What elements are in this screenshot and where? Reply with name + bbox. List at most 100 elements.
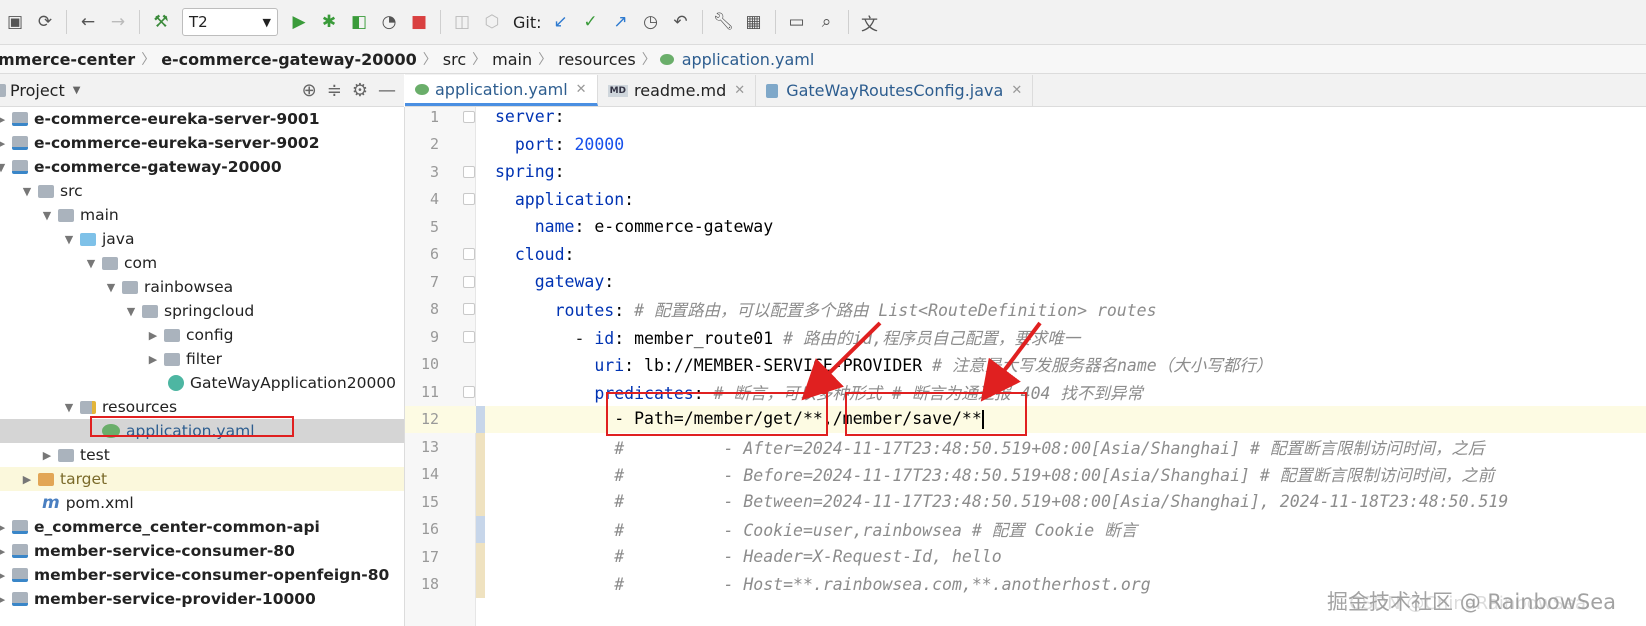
- chevron-right-icon[interactable]: ▶: [0, 545, 8, 558]
- tree-item-module[interactable]: ▶ e-commerce-eureka-server-9001: [0, 107, 404, 131]
- fold-marker-icon[interactable]: [463, 110, 475, 123]
- fold-marker-icon[interactable]: [463, 330, 475, 343]
- run-icon[interactable]: ▶: [284, 7, 314, 37]
- tree-item-file[interactable]: m pom.xml: [0, 491, 404, 515]
- code-line[interactable]: 6 cloud:: [405, 241, 1646, 269]
- change-marker[interactable]: [476, 488, 485, 516]
- chevron-right-icon[interactable]: ▶: [146, 353, 160, 366]
- chevron-down-icon[interactable]: ▼: [62, 401, 76, 414]
- translate-icon[interactable]: 文: [855, 7, 885, 37]
- tree-item-module[interactable]: ▶ member-service-consumer-openfeign-80: [0, 563, 404, 587]
- deploy-icon[interactable]: ⬡: [477, 7, 507, 37]
- synchronize-icon[interactable]: ⟳: [30, 7, 60, 37]
- chevron-right-icon[interactable]: ▶: [0, 113, 8, 126]
- chevron-down-icon[interactable]: ▼: [0, 161, 8, 174]
- breadcrumb-item[interactable]: src: [439, 50, 470, 69]
- code-line[interactable]: 9 - id: member_route01 # 路由的id,程序员自己配置，要…: [405, 323, 1646, 351]
- tree-item-package[interactable]: ▼ com: [0, 251, 404, 275]
- git-push-icon[interactable]: ↗: [606, 7, 636, 37]
- stop-icon[interactable]: ■: [404, 7, 434, 37]
- settings-wrench-icon[interactable]: 🔧︎: [709, 7, 739, 37]
- chevron-down-icon[interactable]: ▼: [104, 281, 118, 294]
- change-marker[interactable]: [476, 405, 485, 433]
- tree-item-module[interactable]: ▶ member-service-consumer-80: [0, 539, 404, 563]
- gear-icon[interactable]: ⚙: [352, 80, 368, 101]
- code-line[interactable]: 7 gateway:: [405, 268, 1646, 296]
- chevron-right-icon[interactable]: ▶: [0, 521, 8, 534]
- code-line[interactable]: 13 # - After=2024-11-17T23:48:50.519+08:…: [405, 433, 1646, 461]
- chevron-right-icon[interactable]: ▶: [0, 569, 8, 582]
- tree-item-module[interactable]: ▼ e-commerce-gateway-20000: [0, 155, 404, 179]
- chevron-right-icon[interactable]: ▶: [146, 329, 160, 342]
- fold-marker-icon[interactable]: [463, 193, 475, 206]
- tree-item-module[interactable]: ▶ member-service-provider-10000: [0, 587, 404, 611]
- breadcrumb-item-current[interactable]: application.yaml: [678, 50, 819, 69]
- chevron-right-icon[interactable]: ▶: [20, 473, 34, 486]
- change-marker[interactable]: [476, 460, 485, 488]
- chevron-down-icon[interactable]: ▼: [73, 85, 81, 96]
- chevron-right-icon[interactable]: ▶: [0, 593, 8, 606]
- fold-marker-icon[interactable]: [463, 303, 475, 316]
- tab-gatewayroutesconfig-java[interactable]: GateWayRoutesConfig.java ✕: [756, 75, 1034, 106]
- breadcrumb-item[interactable]: mmerce-center: [0, 50, 139, 69]
- chevron-right-icon[interactable]: ▶: [0, 137, 8, 150]
- chevron-down-icon[interactable]: ▼: [40, 209, 54, 222]
- change-marker[interactable]: [476, 515, 485, 543]
- fold-marker-icon[interactable]: [463, 165, 475, 178]
- code-line[interactable]: 4 application:: [405, 186, 1646, 214]
- close-icon[interactable]: ✕: [576, 82, 587, 97]
- forward-arrow-icon[interactable]: →: [103, 7, 133, 37]
- code-line[interactable]: 5 name: e-commerce-gateway: [405, 213, 1646, 241]
- tree-item-folder[interactable]: ▼ java: [0, 227, 404, 251]
- fold-marker-icon[interactable]: [463, 248, 475, 261]
- fold-marker-icon[interactable]: [463, 385, 475, 398]
- tree-item-java-class[interactable]: GateWayApplication20000: [0, 371, 404, 395]
- code-line[interactable]: 17 # - Header=X-Request-Id, hello: [405, 543, 1646, 571]
- project-view-selector[interactable]: Project: [10, 81, 65, 100]
- minimize-icon[interactable]: —: [378, 80, 396, 101]
- code-line[interactable]: 8 routes: # 配置路由，可以配置多个路由 List<RouteDefi…: [405, 296, 1646, 324]
- git-history-icon[interactable]: ◷: [636, 7, 666, 37]
- tree-item-folder[interactable]: ▼ main: [0, 203, 404, 227]
- close-icon[interactable]: ✕: [734, 83, 745, 98]
- code-line[interactable]: 16 # - Cookie=user,rainbowsea # 配置 Cooki…: [405, 515, 1646, 543]
- tree-item-folder[interactable]: ▼ src: [0, 179, 404, 203]
- back-arrow-icon[interactable]: ←: [73, 7, 103, 37]
- chevron-down-icon[interactable]: ▼: [20, 185, 34, 198]
- tree-item-package[interactable]: ▶ config: [0, 323, 404, 347]
- search-icon[interactable]: ⌕: [812, 7, 842, 37]
- tab-application-yaml[interactable]: application.yaml ✕: [405, 75, 598, 106]
- locate-target-icon[interactable]: ⊕: [302, 80, 317, 101]
- tree-item-module[interactable]: ▶ e-commerce-eureka-server-9002: [0, 131, 404, 155]
- git-commit-icon[interactable]: ✓: [576, 7, 606, 37]
- chevron-down-icon[interactable]: ▼: [62, 233, 76, 246]
- tree-item-package[interactable]: ▼ springcloud: [0, 299, 404, 323]
- code-line[interactable]: 10 uri: lb://MEMBER-SERVICE-PROVIDER # 注…: [405, 351, 1646, 379]
- terminal-icon[interactable]: ▭: [782, 7, 812, 37]
- profiler-icon[interactable]: ◔: [374, 7, 404, 37]
- debug-bug-icon[interactable]: ✱: [314, 7, 344, 37]
- tree-item-package[interactable]: ▼ rainbowsea: [0, 275, 404, 299]
- tree-item-folder[interactable]: ▶ target: [0, 467, 404, 491]
- tree-item-package[interactable]: ▶ filter: [0, 347, 404, 371]
- close-icon[interactable]: ✕: [1011, 83, 1022, 98]
- collapse-all-icon[interactable]: ≑: [327, 80, 342, 101]
- change-marker[interactable]: [476, 570, 485, 598]
- tree-item-module[interactable]: ▶ e_commerce_center-common-api: [0, 515, 404, 539]
- project-structure-icon[interactable]: ▦: [739, 7, 769, 37]
- run-configuration-select[interactable]: T2 ▼: [182, 8, 278, 36]
- chevron-right-icon[interactable]: ▶: [40, 449, 54, 462]
- build-hammer-icon[interactable]: ⚒: [146, 7, 176, 37]
- chevron-down-icon[interactable]: ▼: [84, 257, 98, 270]
- change-marker[interactable]: [476, 543, 485, 571]
- change-marker[interactable]: [476, 433, 485, 461]
- fold-marker-icon[interactable]: [463, 275, 475, 288]
- code-line[interactable]: 1 server:: [405, 107, 1646, 131]
- code-editor[interactable]: 1 server: 2 port: 20000 3 spring: 4 applicati…: [405, 107, 1646, 626]
- breadcrumb-item[interactable]: main: [488, 50, 536, 69]
- code-line[interactable]: 2 port: 20000: [405, 131, 1646, 159]
- tree-item-folder[interactable]: ▶ test: [0, 443, 404, 467]
- attach-debugger-icon[interactable]: ◫: [447, 7, 477, 37]
- breadcrumb-item[interactable]: e-commerce-gateway-20000: [157, 50, 421, 69]
- run-with-coverage-icon[interactable]: ◧: [344, 7, 374, 37]
